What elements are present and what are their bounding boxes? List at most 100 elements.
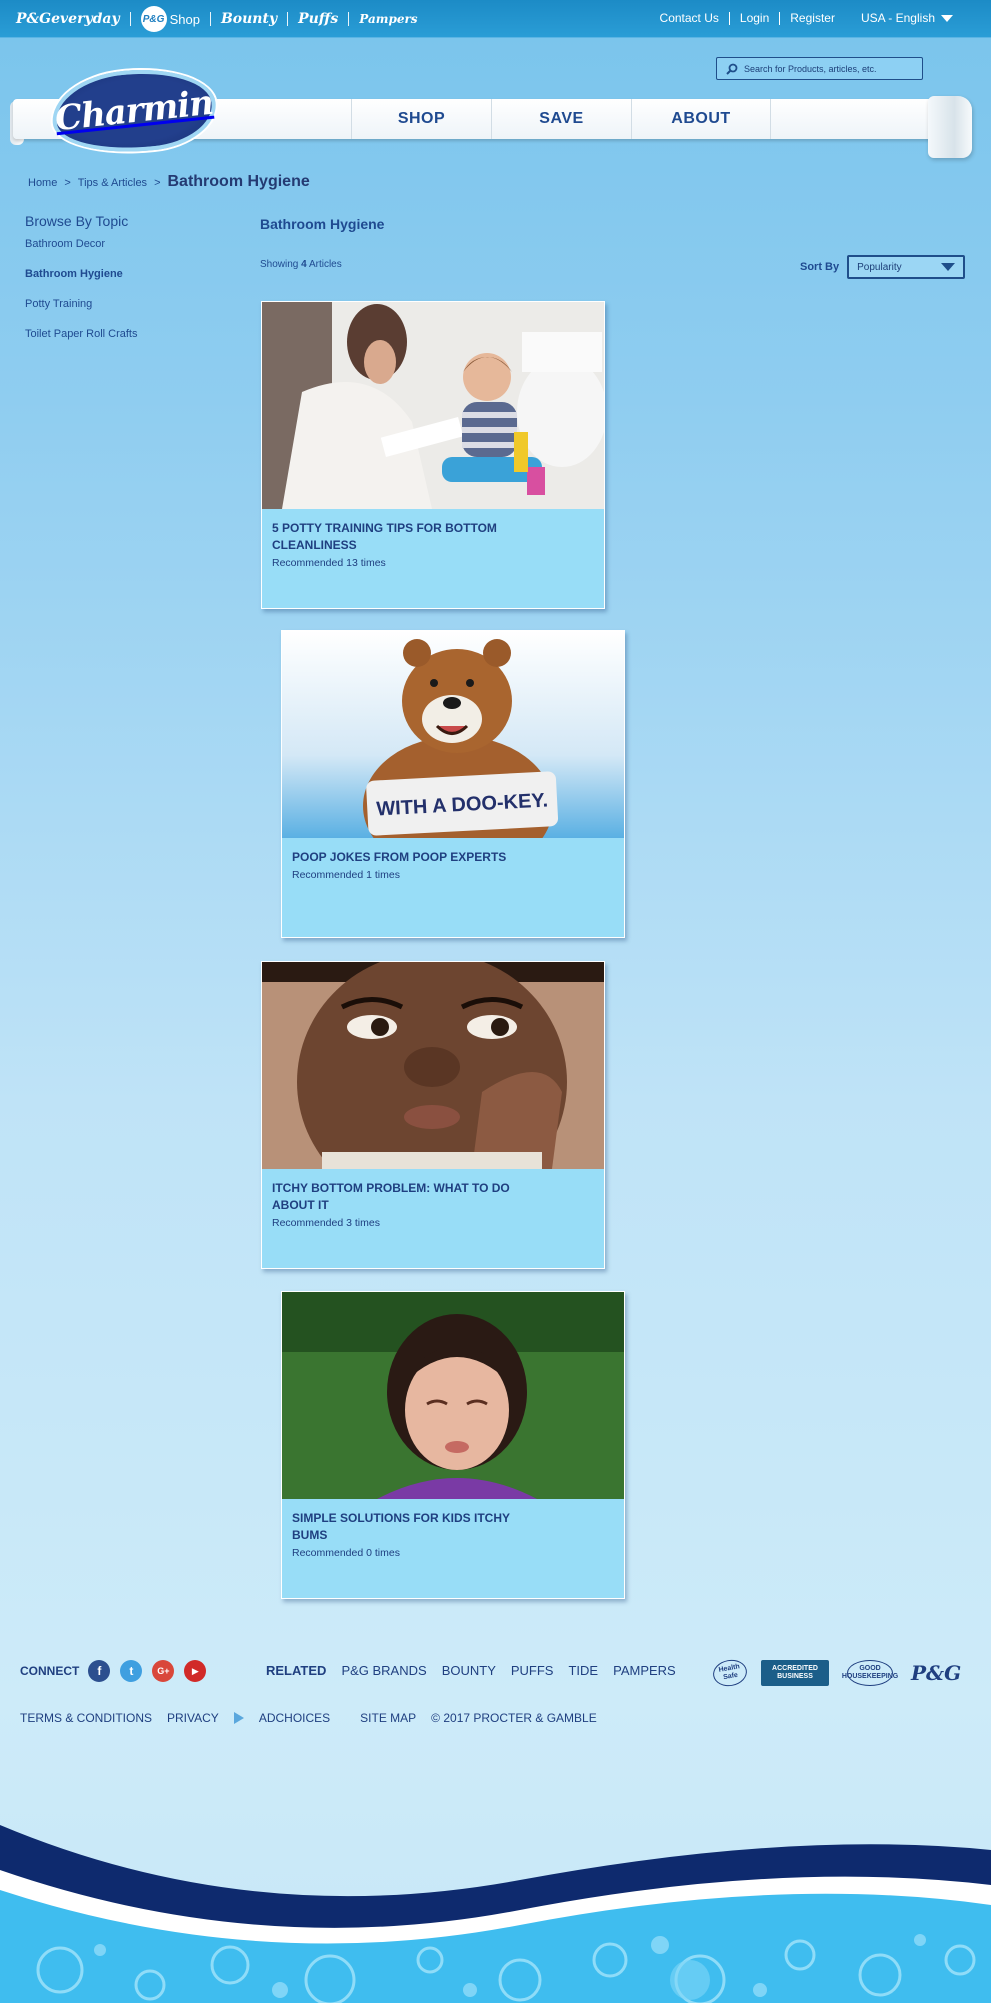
login-link[interactable]: Login xyxy=(740,11,769,25)
related-bounty[interactable]: BOUNTY xyxy=(442,1663,496,1678)
adchoices-link[interactable]: ADCHOICES xyxy=(233,1711,345,1725)
language-selector[interactable]: USA - English xyxy=(861,11,953,25)
youtube-icon[interactable]: ▶ xyxy=(184,1660,207,1682)
health-safe-badge[interactable]: Health Safe xyxy=(711,1657,749,1689)
copyright: © 2017 PROCTER & GAMBLE xyxy=(431,1711,597,1725)
search-input[interactable] xyxy=(744,63,914,74)
article-image-itchy-bottom[interactable] xyxy=(262,962,604,1169)
language-label: USA - English xyxy=(860,11,935,25)
sidebar-item-bathroom-hygiene[interactable]: Bathroom Hygiene xyxy=(25,268,138,280)
related-puffs[interactable]: PUFFS xyxy=(511,1663,554,1678)
divider xyxy=(209,12,211,26)
roll-right-edge xyxy=(928,96,972,158)
charmin-logo[interactable]: Charmin xyxy=(48,61,220,161)
google-plus-icon[interactable]: G+ xyxy=(152,1660,175,1682)
sidebar-heading: Browse By Topic xyxy=(25,213,129,229)
pg-everyday-link[interactable]: P&Geveryday xyxy=(16,11,120,27)
divider xyxy=(129,12,131,26)
bear-illustration: WITH A DOO-KEY. xyxy=(282,631,624,838)
brand-links: P&Geveryday P&G Shop Bounty Puffs Pamper… xyxy=(16,6,418,32)
breadcrumb-separator: > xyxy=(64,177,71,189)
section-title: Bathroom Hygiene xyxy=(260,216,385,232)
register-link[interactable]: Register xyxy=(790,11,835,25)
divider xyxy=(287,12,289,26)
related-pampers[interactable]: PAMPERS xyxy=(613,1663,676,1678)
good-housekeeping-badge[interactable]: GOOD HOUSEKEEPING xyxy=(842,1660,898,1686)
sidebar-item-bathroom-decor[interactable]: Bathroom Decor xyxy=(25,238,138,250)
mother-child-illustration xyxy=(262,302,604,509)
card-body: 5 POTTY TRAINING TIPS FOR BOTTOM CLEANLI… xyxy=(262,509,604,569)
sort-value: Popularity xyxy=(857,261,902,273)
trust-badges: Health Safe ACCREDITED BUSINESS GOOD HOU… xyxy=(711,1657,961,1689)
breadcrumb-tips[interactable]: Tips & Articles xyxy=(78,177,147,189)
adchoices-icon xyxy=(233,1712,244,1724)
sort-dropdown[interactable]: Popularity xyxy=(847,255,966,279)
breadcrumb-home[interactable]: Home xyxy=(28,177,57,189)
facebook-icon[interactable]: f xyxy=(88,1660,111,1682)
man-face-illustration xyxy=(262,962,604,1169)
divider xyxy=(348,12,350,26)
article-title[interactable]: POOP JOKES FROM POOP EXPERTS xyxy=(292,849,532,866)
logo-text: Charmin xyxy=(53,82,215,140)
breadcrumb-current: Bathroom Hygiene xyxy=(167,173,310,190)
puffs-link[interactable]: Puffs xyxy=(298,11,338,27)
related-tide[interactable]: TIDE xyxy=(568,1663,598,1678)
results-count: Showing 4 Articles xyxy=(260,259,342,270)
related-links: RELATED P&G BRANDS BOUNTY PUFFS TIDE PAM… xyxy=(266,1663,691,1678)
pg-shop-logo: P&G xyxy=(140,6,167,32)
bbb-badge[interactable]: ACCREDITED BUSINESS xyxy=(761,1660,829,1686)
terms-link[interactable]: TERMS & CONDITIONS xyxy=(20,1711,152,1725)
related-label: RELATED xyxy=(266,1663,327,1678)
sidebar-item-toilet-paper-crafts[interactable]: Toilet Paper Roll Crafts xyxy=(25,328,138,340)
recommend-count: Recommended 13 times xyxy=(272,557,386,569)
pampers-link[interactable]: Pampers xyxy=(359,12,417,26)
decorative-wave-footer xyxy=(0,1825,991,2003)
nav-shop[interactable]: SHOP xyxy=(351,99,491,139)
article-image-poop-jokes[interactable]: WITH A DOO-KEY. xyxy=(282,631,624,838)
breadcrumb-separator: > xyxy=(154,177,161,189)
top-brand-bar: P&Geveryday P&G Shop Bounty Puffs Pamper… xyxy=(0,0,991,38)
nav-about[interactable]: ABOUT xyxy=(631,99,771,139)
girl-face-illustration xyxy=(282,1292,624,1499)
twitter-icon[interactable]: t xyxy=(120,1660,143,1682)
pg-shop-label: Shop xyxy=(169,11,200,27)
contact-us-link[interactable]: Contact Us xyxy=(660,11,719,25)
pg-logo[interactable]: P&G xyxy=(911,1661,961,1685)
legal-links: TERMS & CONDITIONS PRIVACY ADCHOICES SIT… xyxy=(20,1711,612,1725)
bounty-link[interactable]: Bounty xyxy=(221,11,277,27)
pg-shop-link[interactable]: P&G Shop xyxy=(140,6,200,32)
recommend-count: Recommended 3 times xyxy=(272,1217,380,1229)
adchoices-label: ADCHOICES xyxy=(258,1711,331,1725)
privacy-link[interactable]: PRIVACY xyxy=(167,1711,219,1725)
main-nav: SHOP SAVE ABOUT xyxy=(351,99,771,139)
showing-suffix: Articles xyxy=(308,259,342,270)
chevron-down-icon xyxy=(941,263,956,271)
nav-save[interactable]: SAVE xyxy=(491,99,631,139)
showing-prefix: Showing xyxy=(260,259,299,270)
sitemap-link[interactable]: SITE MAP xyxy=(360,1711,416,1725)
sort-label: Sort By xyxy=(800,261,840,273)
divider xyxy=(728,11,730,25)
divider xyxy=(779,11,781,25)
sort-control: Sort By Popularity xyxy=(800,255,966,279)
article-title[interactable]: 5 POTTY TRAINING TIPS FOR BOTTOM CLEANLI… xyxy=(272,520,512,554)
article-title[interactable]: SIMPLE SOLUTIONS FOR KIDS ITCHY BUMS xyxy=(292,1510,532,1544)
article-card[interactable]: 5 POTTY TRAINING TIPS FOR BOTTOM CLEANLI… xyxy=(261,301,605,609)
sidebar-item-potty-training[interactable]: Potty Training xyxy=(25,298,138,310)
related-pg-brands[interactable]: P&G BRANDS xyxy=(341,1663,426,1678)
article-title[interactable]: ITCHY BOTTOM PROBLEM: WHAT TO DO ABOUT I… xyxy=(272,1180,512,1214)
card-body: ITCHY BOTTOM PROBLEM: WHAT TO DO ABOUT I… xyxy=(262,1169,604,1229)
recommend-count: Recommended 0 times xyxy=(292,1547,400,1559)
connect-label: CONNECT xyxy=(20,1664,80,1678)
search-box xyxy=(716,57,923,80)
article-card[interactable]: WITH A DOO-KEY. POOP JOKES FROM POOP EXP… xyxy=(281,630,625,938)
article-card[interactable]: SIMPLE SOLUTIONS FOR KIDS ITCHY BUMS Rec… xyxy=(281,1291,625,1599)
card-body: POOP JOKES FROM POOP EXPERTS Recommended… xyxy=(282,838,624,881)
article-image-kids-itchy[interactable] xyxy=(282,1292,624,1499)
article-image-potty-training[interactable] xyxy=(262,302,604,509)
showing-count: 4 xyxy=(301,259,307,270)
article-card[interactable]: ITCHY BOTTOM PROBLEM: WHAT TO DO ABOUT I… xyxy=(261,961,605,1269)
search-icon[interactable] xyxy=(726,63,738,75)
topic-sidebar: Browse By Topic Bathroom Decor Bathroom … xyxy=(25,213,138,358)
breadcrumb: Home > Tips & Articles > Bathroom Hygien… xyxy=(28,173,310,191)
